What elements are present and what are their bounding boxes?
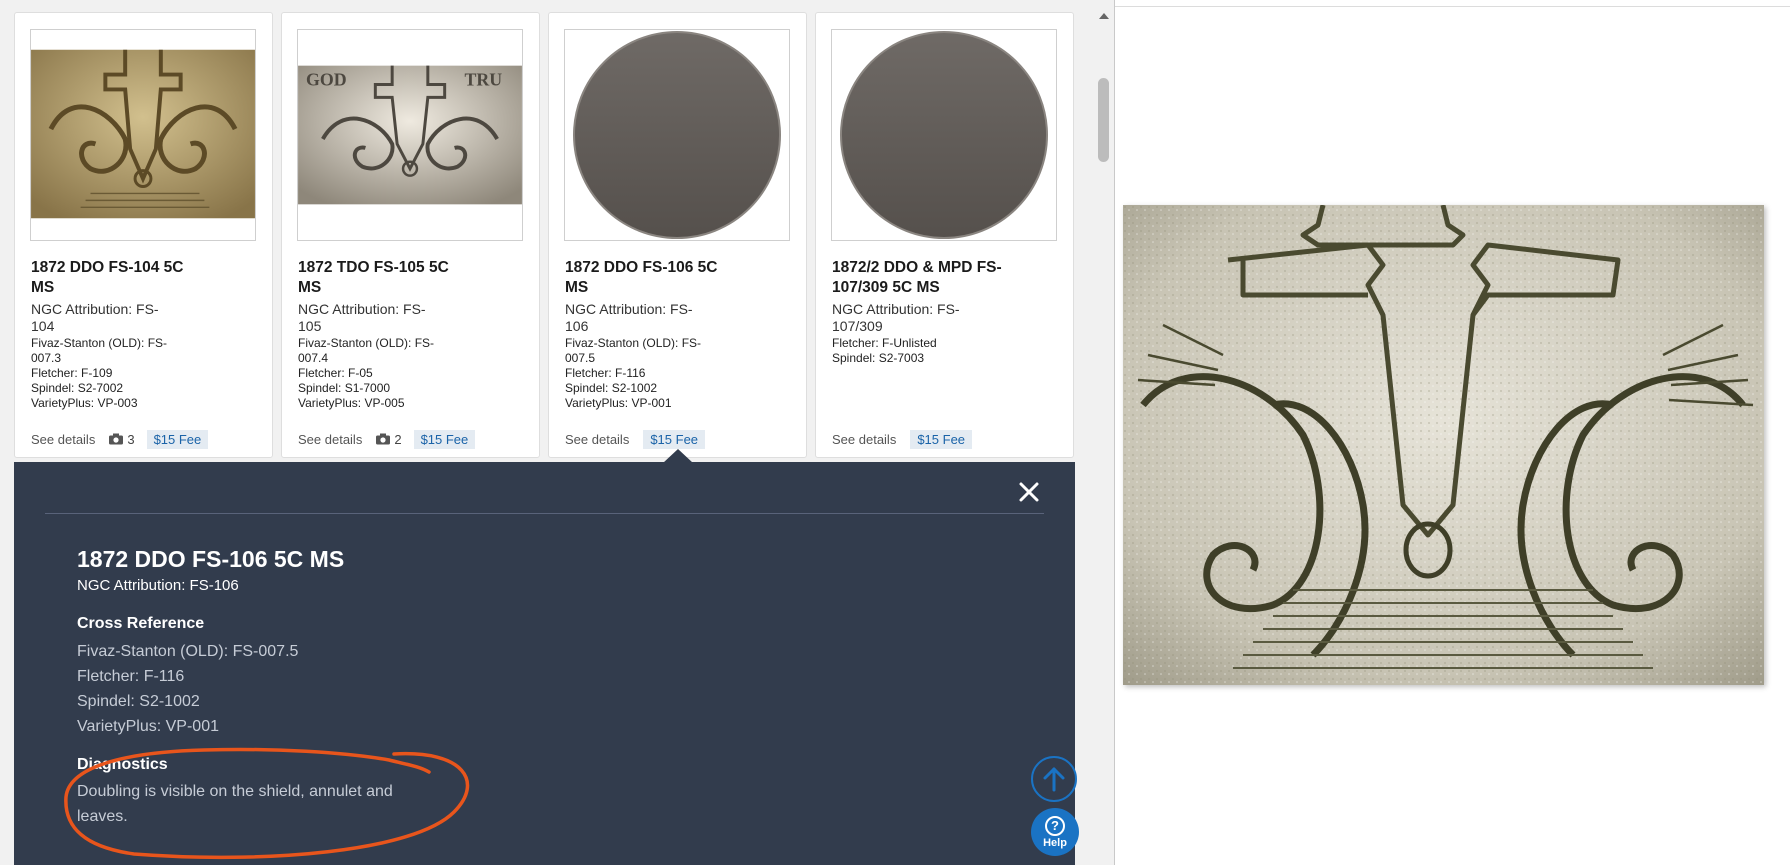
scrollbar-thumb[interactable] xyxy=(1098,78,1109,162)
coin-thumbnail[interactable] xyxy=(831,29,1057,241)
close-icon xyxy=(1019,482,1039,502)
card-ref: Fletcher: F-116 xyxy=(565,366,646,380)
variety-card-fs105[interactable]: GOD TRU 1872 TDO FS-105 5C MS NGC Attrib… xyxy=(281,12,540,458)
question-icon: ? xyxy=(1045,815,1065,836)
card-cross-references: Fivaz-Stanton (OLD): FS-007.4 Fletcher: … xyxy=(298,336,448,411)
card-cross-references: Fletcher: F-Unlisted Spindel: S2-7003 xyxy=(832,336,982,366)
coin-placeholder-image xyxy=(572,30,782,240)
card-ref: Fivaz-Stanton (OLD): FS-007.4 xyxy=(298,336,435,365)
card-attribution: NGC Attribution: FS-106 xyxy=(565,301,693,334)
cross-reference-item: Fivaz-Stanton (OLD): FS-007.5 xyxy=(77,643,299,660)
card-title[interactable]: 1872 TDO FS-105 5C MS xyxy=(298,258,468,298)
card-attribution: NGC Attribution: FS-104 xyxy=(31,301,159,334)
coin-placeholder-image xyxy=(839,30,1049,240)
cross-reference-heading: Cross Reference xyxy=(77,615,205,632)
card-attribution: NGC Attribution: FS-105 xyxy=(298,301,426,334)
camera-icon xyxy=(109,433,124,445)
camera-icon xyxy=(376,433,391,445)
see-details-link[interactable]: See details xyxy=(832,432,896,447)
variety-card-fs104[interactable]: 1872 DDO FS-104 5C MS NGC Attribution: F… xyxy=(14,12,273,458)
card-footer: See details $15 Fee xyxy=(832,429,973,449)
fee-badge: $15 Fee xyxy=(643,429,706,449)
card-cross-references: Fivaz-Stanton (OLD): FS-007.5 Fletcher: … xyxy=(565,336,715,411)
see-details-link[interactable]: See details xyxy=(31,432,95,447)
variety-detail-panel: 1872 DDO FS-106 5C MS NGC Attribution: F… xyxy=(14,462,1075,865)
card-ref: Fletcher: F-Unlisted xyxy=(832,336,937,350)
variety-card-fs107-309[interactable]: 1872/2 DDO & MPD FS-107/309 5C MS NGC At… xyxy=(815,12,1074,458)
detail-attribution: NGC Attribution: FS-106 xyxy=(77,577,239,594)
photo-count-value: 3 xyxy=(127,431,135,447)
help-button[interactable]: ? Help xyxy=(1031,808,1079,856)
photo-count[interactable]: 3 xyxy=(109,431,135,447)
arrow-up-icon xyxy=(1043,767,1065,792)
coin-thumbnail[interactable]: GOD TRU xyxy=(297,29,523,241)
close-button[interactable] xyxy=(1017,480,1041,504)
left-pane: 1872 DDO FS-104 5C MS NGC Attribution: F… xyxy=(0,0,1114,865)
see-details-link[interactable]: See details xyxy=(565,432,629,447)
diagnostics-heading: Diagnostics xyxy=(77,756,168,773)
card-ref: VarietyPlus: VP-001 xyxy=(565,396,672,410)
card-footer: See details $15 Fee xyxy=(565,429,706,449)
scroll-up-arrow-icon[interactable] xyxy=(1099,13,1109,19)
card-ref: VarietyPlus: VP-003 xyxy=(31,396,138,410)
fee-badge: $15 Fee xyxy=(910,429,973,449)
card-ref: Spindel: S2-7003 xyxy=(832,351,925,365)
card-ref: Fivaz-Stanton (OLD): FS-007.5 xyxy=(565,336,702,365)
coin-shield-closeup-image: GOD TRU xyxy=(298,30,522,240)
card-attribution: NGC Attribution: FS-107/309 xyxy=(832,301,960,334)
card-ref: Spindel: S2-1002 xyxy=(565,381,658,395)
coin-closeup-large-image xyxy=(1123,205,1764,685)
vertical-scrollbar[interactable] xyxy=(1094,0,1114,865)
card-cross-references: Fivaz-Stanton (OLD): FS-007.3 Fletcher: … xyxy=(31,336,181,411)
variety-cards-row: 1872 DDO FS-104 5C MS NGC Attribution: F… xyxy=(0,0,1094,462)
see-details-link[interactable]: See details xyxy=(298,432,362,447)
fee-badge: $15 Fee xyxy=(146,429,209,449)
card-ref: VarietyPlus: VP-005 xyxy=(298,396,405,410)
card-ref: Spindel: S2-7002 xyxy=(31,381,124,395)
card-ref: Spindel: S1-7000 xyxy=(298,381,391,395)
coin-shield-closeup-image xyxy=(31,30,255,240)
cross-reference-item: VarietyPlus: VP-001 xyxy=(77,718,219,735)
scroll-to-top-button[interactable] xyxy=(1031,756,1077,802)
coin-thumbnail[interactable] xyxy=(30,29,256,241)
coin-shield-closeup-image xyxy=(1123,205,1764,685)
photo-count[interactable]: 2 xyxy=(376,431,402,447)
card-title[interactable]: 1872 DDO FS-104 5C MS xyxy=(31,258,201,298)
help-label: Help xyxy=(1043,836,1067,849)
detail-pointer-arrow xyxy=(663,449,693,463)
cross-reference-item: Fletcher: F-116 xyxy=(77,668,185,685)
detail-divider xyxy=(45,513,1044,514)
detail-title: 1872 DDO FS-106 5C MS xyxy=(77,546,345,572)
viewer-top-border xyxy=(1115,6,1790,7)
cross-reference-list: Fivaz-Stanton (OLD): FS-007.5 Fletcher: … xyxy=(77,639,298,739)
variety-card-fs106[interactable]: 1872 DDO FS-106 5C MS NGC Attribution: F… xyxy=(548,12,807,458)
photo-count-value: 2 xyxy=(394,431,402,447)
card-ref: Fivaz-Stanton (OLD): FS-007.3 xyxy=(31,336,168,365)
image-viewer-pane xyxy=(1115,0,1790,865)
card-ref: Fletcher: F-109 xyxy=(31,366,113,380)
svg-text:TRU: TRU xyxy=(464,69,502,89)
cross-reference-item: Spindel: S2-1002 xyxy=(77,693,200,710)
card-footer: See details 2 $15 Fee xyxy=(298,429,476,449)
coin-thumbnail[interactable] xyxy=(564,29,790,241)
fee-badge: $15 Fee xyxy=(413,429,476,449)
card-ref: Fletcher: F-05 xyxy=(298,366,373,380)
diagnostics-text: Doubling is visible on the shield, annul… xyxy=(77,783,393,825)
card-title[interactable]: 1872/2 DDO & MPD FS-107/309 5C MS xyxy=(832,258,1002,298)
svg-text:GOD: GOD xyxy=(306,69,347,89)
card-title[interactable]: 1872 DDO FS-106 5C MS xyxy=(565,258,735,298)
card-footer: See details 3 $15 Fee xyxy=(31,429,209,449)
